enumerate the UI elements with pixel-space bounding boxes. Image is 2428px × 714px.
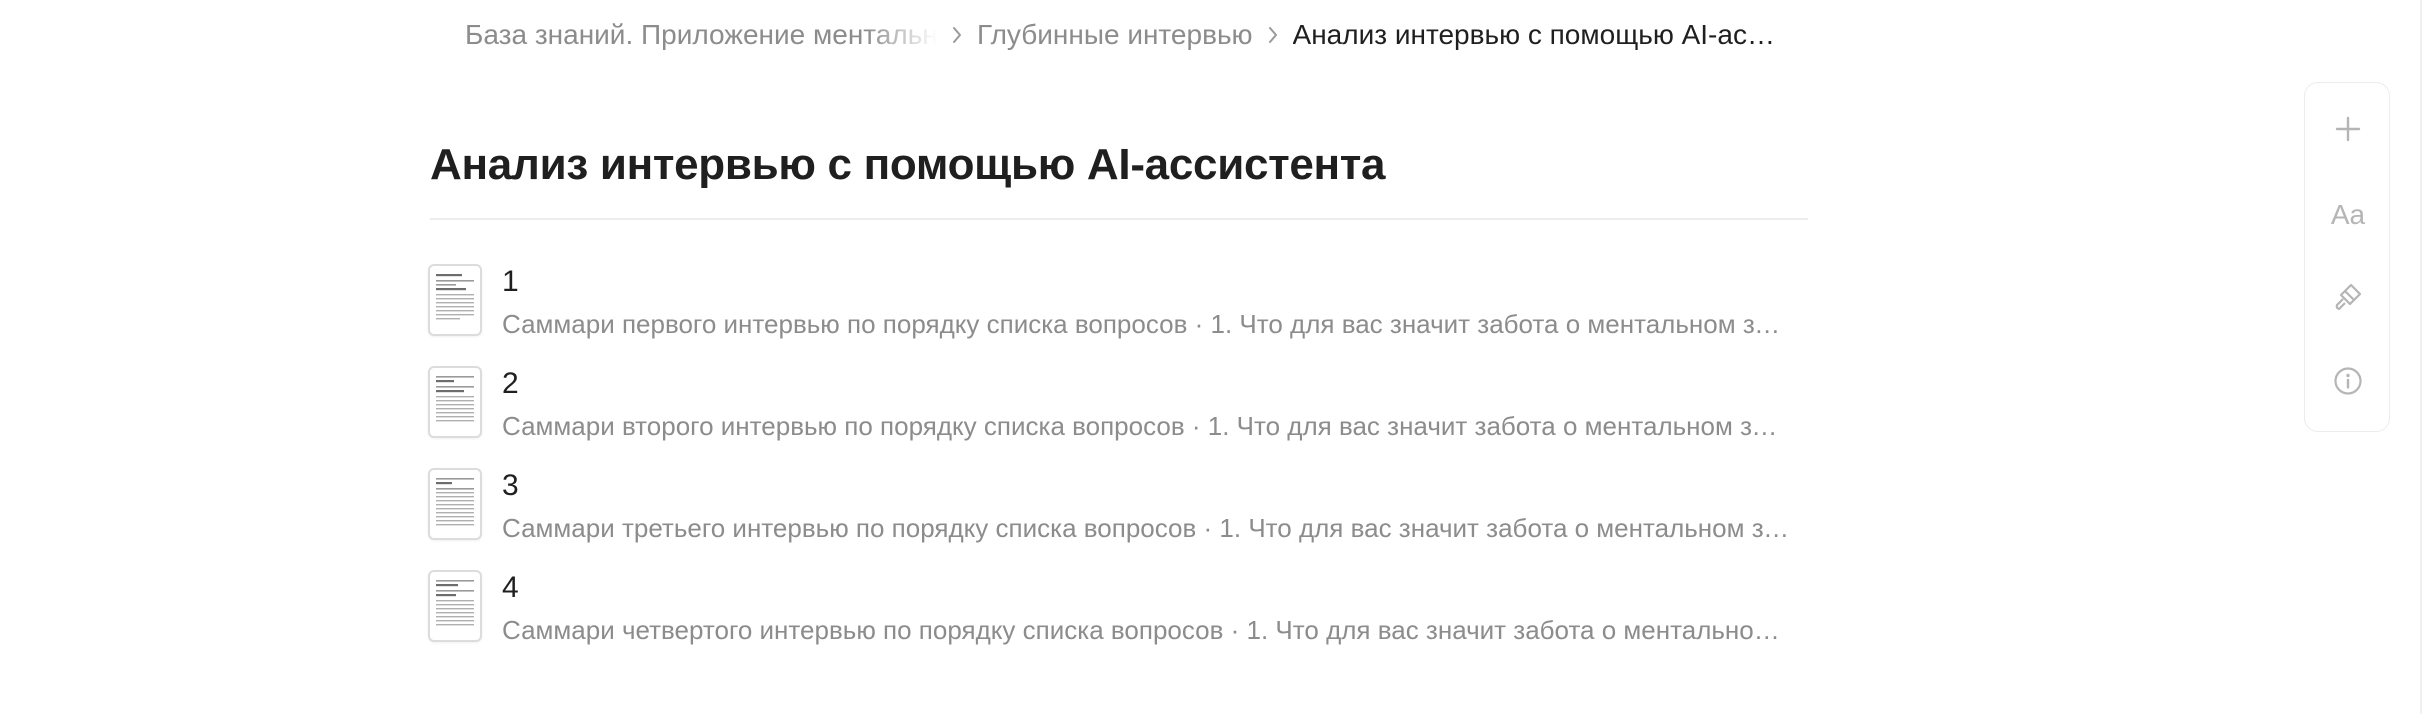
window-edge-divider <box>2420 0 2422 714</box>
list-item[interactable]: 1 Саммари первого интервью по порядку сп… <box>428 262 1810 364</box>
list-item[interactable]: 4 Саммари четвертого интервью по порядку… <box>428 568 1810 670</box>
text-style-label: Aa <box>2330 199 2366 230</box>
document-title: 1 <box>502 265 519 298</box>
page-title: Анализ интервью с помощью AI-ассистента <box>430 140 1386 189</box>
breadcrumb-item-current[interactable]: Анализ интервью с помощью AI-ассистента <box>1293 19 1779 51</box>
list-item[interactable]: 2 Саммари второго интервью по порядку сп… <box>428 364 1810 466</box>
text-style-button[interactable]: Aa <box>2305 185 2391 245</box>
plus-icon <box>2333 114 2363 149</box>
list-item[interactable]: 3 Саммари третьего интервью по порядку с… <box>428 466 1810 568</box>
document-title: 2 <box>502 367 519 400</box>
document-summary: Саммари третьего интервью по порядку спи… <box>502 513 1792 543</box>
document-page-icon <box>428 264 482 336</box>
document-page-icon <box>428 468 482 540</box>
document-summary: Саммари первого интервью по порядку спис… <box>502 309 1792 339</box>
info-icon <box>2332 365 2364 402</box>
breadcrumb-item-knowledge-base[interactable]: База знаний. Приложение ментального здор… <box>465 19 937 51</box>
document-summary: Саммари второго интервью по порядку спис… <box>502 411 1792 441</box>
paintbrush-icon <box>2332 281 2364 318</box>
breadcrumb: База знаний. Приложение ментального здор… <box>465 14 1779 56</box>
document-title: 4 <box>502 571 519 604</box>
document-page-icon <box>428 570 482 642</box>
document-page-icon <box>428 366 482 438</box>
chevron-right-icon <box>1253 14 1293 56</box>
document-summary: Саммари четвертого интервью по порядку с… <box>502 615 1792 645</box>
document-list: 1 Саммари первого интервью по порядку сп… <box>428 262 1810 670</box>
title-divider <box>430 218 1808 220</box>
side-toolbar: Aa <box>2304 82 2390 432</box>
chevron-right-icon <box>937 14 977 56</box>
document-title: 3 <box>502 469 519 502</box>
add-button[interactable] <box>2305 101 2391 161</box>
breadcrumb-item-in-depth-interviews[interactable]: Глубинные интервью <box>977 19 1253 51</box>
style-button[interactable] <box>2305 269 2391 329</box>
info-button[interactable] <box>2305 353 2391 413</box>
page-root: База знаний. Приложение ментального здор… <box>0 0 2428 714</box>
